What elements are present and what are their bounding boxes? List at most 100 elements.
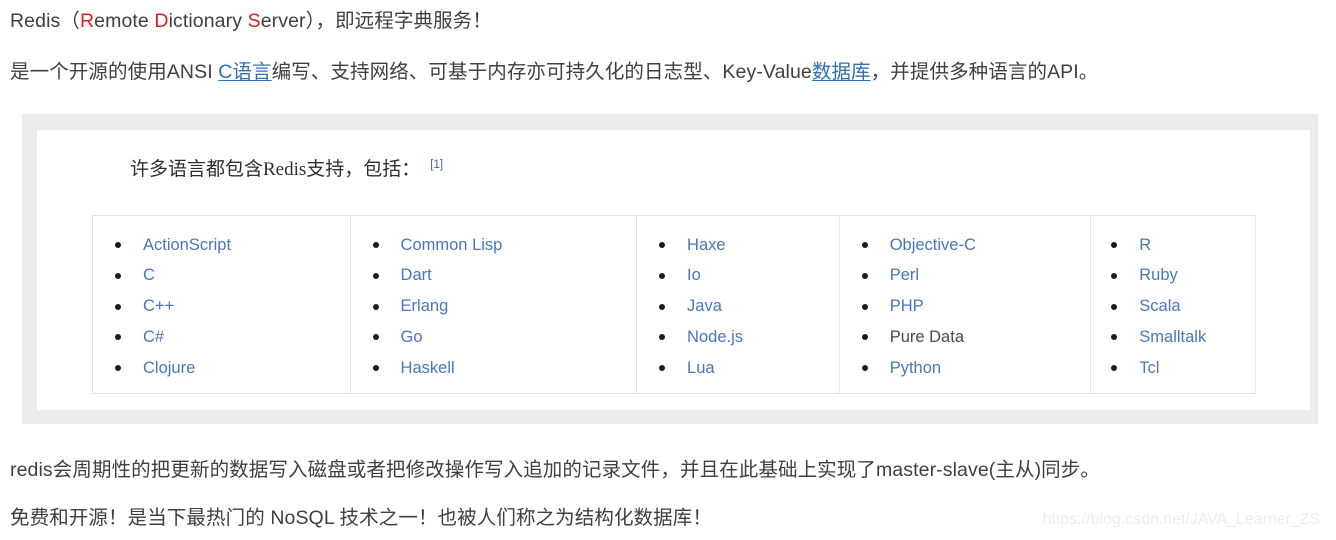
language-label[interactable]: PHP [890, 297, 924, 316]
language-column-5: R Ruby Scala Smalltalk Tcl [1091, 216, 1255, 393]
language-label[interactable]: Clojure [143, 359, 195, 378]
bullet-icon [861, 272, 868, 279]
list-item[interactable]: Ruby [1111, 261, 1255, 291]
bullet-icon [115, 272, 121, 279]
intro-text-4: erver），即远程字典服务！ [260, 10, 492, 32]
language-label[interactable]: C++ [143, 297, 174, 316]
article-page: Redis（Remote Dictionary Server），即远程字典服务！… [0, 0, 1336, 540]
language-label[interactable]: Erlang [401, 297, 449, 316]
bullet-icon [861, 334, 868, 341]
citation-link[interactable]: [1] [430, 159, 443, 171]
list-item[interactable]: C# [115, 322, 350, 352]
figure-card: 许多语言都包含Redis支持，包括： [1] ActionScript C C++ [37, 130, 1310, 410]
language-label[interactable]: C# [143, 328, 164, 347]
list-item[interactable]: Common Lisp [372, 230, 637, 260]
list-item[interactable]: R [1111, 230, 1255, 260]
list-item[interactable]: Haskell [372, 353, 637, 383]
bullet-icon [372, 365, 379, 371]
language-label[interactable]: C [143, 266, 155, 285]
list-item[interactable]: Haxe [659, 230, 839, 260]
language-label[interactable]: Ruby [1139, 266, 1178, 285]
language-label[interactable]: Tcl [1139, 359, 1159, 378]
bullet-icon [372, 334, 379, 341]
watermark: https://blog.csdn.net/JAVA_Learner_ZS [1042, 511, 1320, 528]
bullet-icon [659, 303, 666, 310]
bullet-icon [1111, 272, 1118, 279]
language-label[interactable]: Common Lisp [401, 236, 503, 255]
bullet-icon [115, 242, 121, 248]
intro-text-1: Redis（ [10, 10, 80, 32]
bullet-icon [115, 334, 121, 341]
language-label[interactable]: Smalltalk [1139, 328, 1206, 347]
list-item[interactable]: Scala [1111, 292, 1255, 322]
list-item[interactable]: Lua [659, 353, 839, 383]
list-item[interactable]: PHP [861, 292, 1091, 322]
intro-text-2: emote [94, 10, 155, 32]
paragraph-intro: Redis（Remote Dictionary Server），即远程字典服务！ [10, 8, 492, 34]
language-column-1: ActionScript C C++ C# Clojure [93, 216, 351, 393]
list-item[interactable]: ActionScript [115, 230, 350, 260]
list-item[interactable]: Io [659, 261, 839, 291]
language-label: Pure Data [889, 327, 964, 346]
description-text-1: 是一个开源的使用ANSI [10, 61, 219, 83]
paragraph-description: 是一个开源的使用ANSI C语言编写、支持网络、可基于内存亦可持久化的日志型、K… [10, 59, 1098, 85]
bullet-icon [1111, 303, 1118, 310]
link-c-language[interactable]: C语言 [218, 61, 271, 83]
bullet-icon [861, 242, 868, 248]
language-label[interactable]: Objective-C [890, 236, 976, 255]
list-item[interactable]: Smalltalk [1111, 322, 1255, 352]
bullet-icon [659, 242, 666, 248]
language-label[interactable]: Io [687, 266, 701, 285]
acronym-letter-d: D [154, 10, 169, 32]
language-label[interactable]: Scala [1139, 297, 1180, 316]
list-item[interactable]: C [115, 261, 350, 291]
list-item[interactable]: Python [861, 353, 1091, 383]
bullet-icon [372, 303, 379, 310]
bullet-icon [1111, 365, 1118, 371]
language-column-3: Haxe Io Java Node.js Lua [637, 216, 840, 393]
list-item[interactable]: Objective-C [861, 230, 1091, 260]
bullet-icon [659, 272, 666, 279]
list-item[interactable]: Tcl [1111, 353, 1255, 383]
language-label[interactable]: ActionScript [143, 236, 231, 255]
language-label[interactable]: Go [401, 328, 423, 347]
language-label[interactable]: Haxe [687, 236, 726, 255]
language-table: ActionScript C C++ C# Clojure Common Lis… [92, 215, 1256, 394]
list-item[interactable]: C++ [115, 292, 350, 322]
bullet-icon [115, 303, 121, 310]
description-text-3: ，并提供多种语言的API。 [870, 61, 1099, 83]
list-item: Pure Data [861, 322, 1091, 352]
list-item[interactable]: Node.js [659, 322, 839, 352]
description-text-2: 编写、支持网络、可基于内存亦可持久化的日志型、Key-Value [271, 61, 812, 83]
list-item[interactable]: Go [372, 322, 637, 352]
language-label[interactable]: Haskell [401, 359, 455, 378]
paragraph-persistence: redis会周期性的把更新的数据写入磁盘或者把修改操作写入追加的记录文件，并且在… [10, 459, 1100, 481]
intro-text-3: ictionary [168, 10, 248, 32]
bullet-icon [861, 303, 868, 310]
bullet-icon [1111, 334, 1118, 341]
bullet-icon [659, 365, 666, 371]
language-column-2: Common Lisp Dart Erlang Go Haskell [351, 216, 638, 393]
bullet-icon [372, 242, 379, 248]
link-database[interactable]: 数据库 [812, 61, 871, 83]
paragraph-opensource: 免费和开源！是当下最热门的 NoSQL 技术之一！也被人们称之为结构化数据库！ [10, 507, 712, 529]
language-label[interactable]: Python [890, 359, 941, 378]
language-label[interactable]: Java [687, 297, 722, 316]
language-label[interactable]: Node.js [687, 328, 743, 347]
list-item[interactable]: Erlang [372, 292, 637, 322]
bullet-icon [115, 365, 121, 371]
bullet-icon [1111, 242, 1118, 248]
language-label[interactable]: R [1139, 236, 1151, 255]
language-label[interactable]: Perl [890, 266, 919, 285]
list-item[interactable]: Perl [861, 261, 1091, 291]
language-label[interactable]: Lua [687, 359, 715, 378]
figure-heading: 许多语言都包含Redis支持，包括： [1] [130, 154, 443, 181]
list-item[interactable]: Java [659, 292, 839, 322]
acronym-letter-s: S [247, 10, 261, 32]
list-item[interactable]: Clojure [115, 353, 350, 383]
bullet-icon [372, 272, 379, 279]
bullet-icon [659, 334, 666, 341]
language-label[interactable]: Dart [401, 266, 432, 285]
figure-heading-text: 许多语言都包含Redis支持，包括： [130, 159, 421, 180]
list-item[interactable]: Dart [372, 261, 637, 291]
